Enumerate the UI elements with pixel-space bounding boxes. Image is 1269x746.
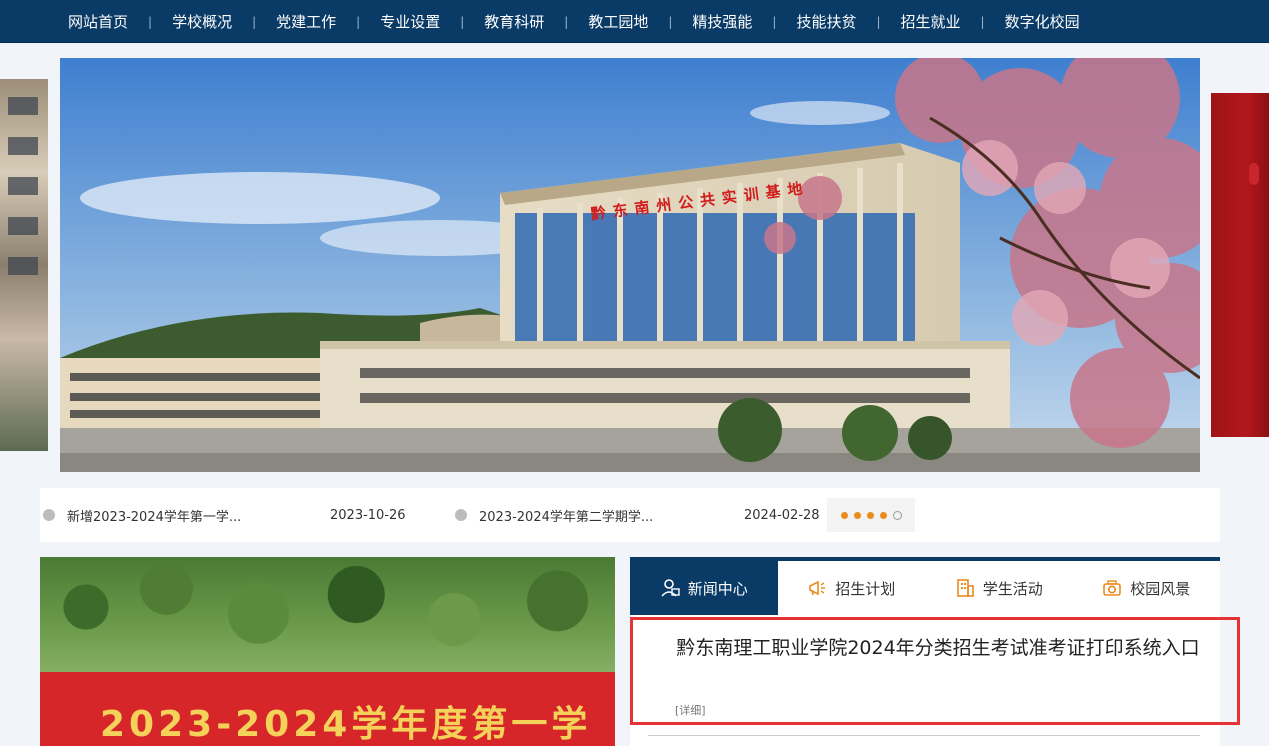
ticker-item[interactable]: 新增2023-2024学年第一学... xyxy=(43,488,241,542)
pagination-dot[interactable] xyxy=(866,511,874,519)
pagination-dot[interactable] xyxy=(853,511,861,519)
nav-item[interactable]: 学校概况 xyxy=(152,11,252,32)
nav-item[interactable]: 教育科研 xyxy=(464,11,564,32)
nav-item[interactable]: 教工园地 xyxy=(568,11,668,32)
banner-image xyxy=(60,58,1200,472)
nav-item[interactable]: 技能扶贫 xyxy=(776,11,876,32)
ticker-date: 2023-10-26 xyxy=(330,507,406,523)
ticker-item[interactable]: 2023-2024学年第二学期学... xyxy=(455,488,653,542)
tab-activity[interactable]: 学生活动 xyxy=(925,561,1073,615)
nav-item[interactable]: 专业设置 xyxy=(360,11,460,32)
headline-highlight: 黔东南理工职业学院2024年分类招生考试准考证打印系统入口 [详细] xyxy=(630,617,1240,725)
news-icon xyxy=(660,578,680,598)
nav-item[interactable]: 精技强能 xyxy=(672,11,772,32)
top-nav: 网站首页 | 学校概况 | 党建工作 | 专业设置 | 教育科研 | 教工园地 | 精技强能 | 技能扶贫 |… xyxy=(0,0,1269,43)
nav-item[interactable]: 网站首页 xyxy=(48,11,148,32)
pagination-dot[interactable] xyxy=(840,511,848,519)
tab-bar: 新闻中心 招生计划 学生活动 校园风景 xyxy=(630,557,1220,615)
photo-banner-text: 2023-2024学年度第一学 xyxy=(100,704,592,745)
tab-megaphone[interactable]: 招生计划 xyxy=(778,561,926,615)
ticker-title[interactable]: 2023-2024学年第二学期学... xyxy=(479,506,653,525)
tab-label: 校园风景 xyxy=(1130,579,1191,598)
nav-item[interactable]: 党建工作 xyxy=(256,11,356,32)
nav-item[interactable]: 招生就业 xyxy=(881,11,981,32)
news-tabs-panel: 新闻中心 招生计划 学生活动 校园风景 黔东南理工职业学院2024年分类招生考试准考证… xyxy=(630,557,1240,746)
camera-icon xyxy=(1102,578,1122,598)
tab-label: 新闻中心 xyxy=(687,579,748,598)
banner-prev-slide[interactable] xyxy=(0,79,48,451)
event-photo[interactable]: 2023-2024学年度第一学 xyxy=(40,557,615,746)
pagination-dot[interactable] xyxy=(879,511,887,519)
activity-icon xyxy=(955,578,975,598)
ticker-pagination xyxy=(827,498,915,532)
pagination-dot[interactable] xyxy=(892,510,902,520)
banner-next-slide[interactable] xyxy=(1211,93,1269,437)
ticker-title[interactable]: 新增2023-2024学年第一学... xyxy=(67,506,241,525)
news-ticker: 新增2023-2024学年第一学... 2023-10-26 2023-2024… xyxy=(40,488,1220,542)
ticker-date: 2024-02-28 xyxy=(744,507,820,523)
tab-label: 招生计划 xyxy=(835,579,896,598)
bullet-icon xyxy=(455,509,467,521)
bullet-icon xyxy=(43,509,55,521)
headline-link[interactable]: 黔东南理工职业学院2024年分类招生考试准考证打印系统入口 xyxy=(648,636,1228,660)
nav-list: 网站首页 | 学校概况 | 党建工作 | 专业设置 | 教育科研 | 教工园地 | 精技强能 | 技能扶贫 |… xyxy=(0,0,1269,43)
tab-news[interactable]: 新闻中心 xyxy=(630,561,778,615)
hero-banner[interactable]: 黔东南州公共实训基地 xyxy=(60,58,1200,472)
detail-link[interactable]: [详细] xyxy=(675,702,706,718)
nav-item[interactable]: 数字化校园 xyxy=(985,11,1100,32)
megaphone-icon xyxy=(807,578,827,598)
tab-camera[interactable]: 校园风景 xyxy=(1073,561,1221,615)
divider xyxy=(648,735,1200,736)
tab-label: 学生活动 xyxy=(982,579,1043,598)
